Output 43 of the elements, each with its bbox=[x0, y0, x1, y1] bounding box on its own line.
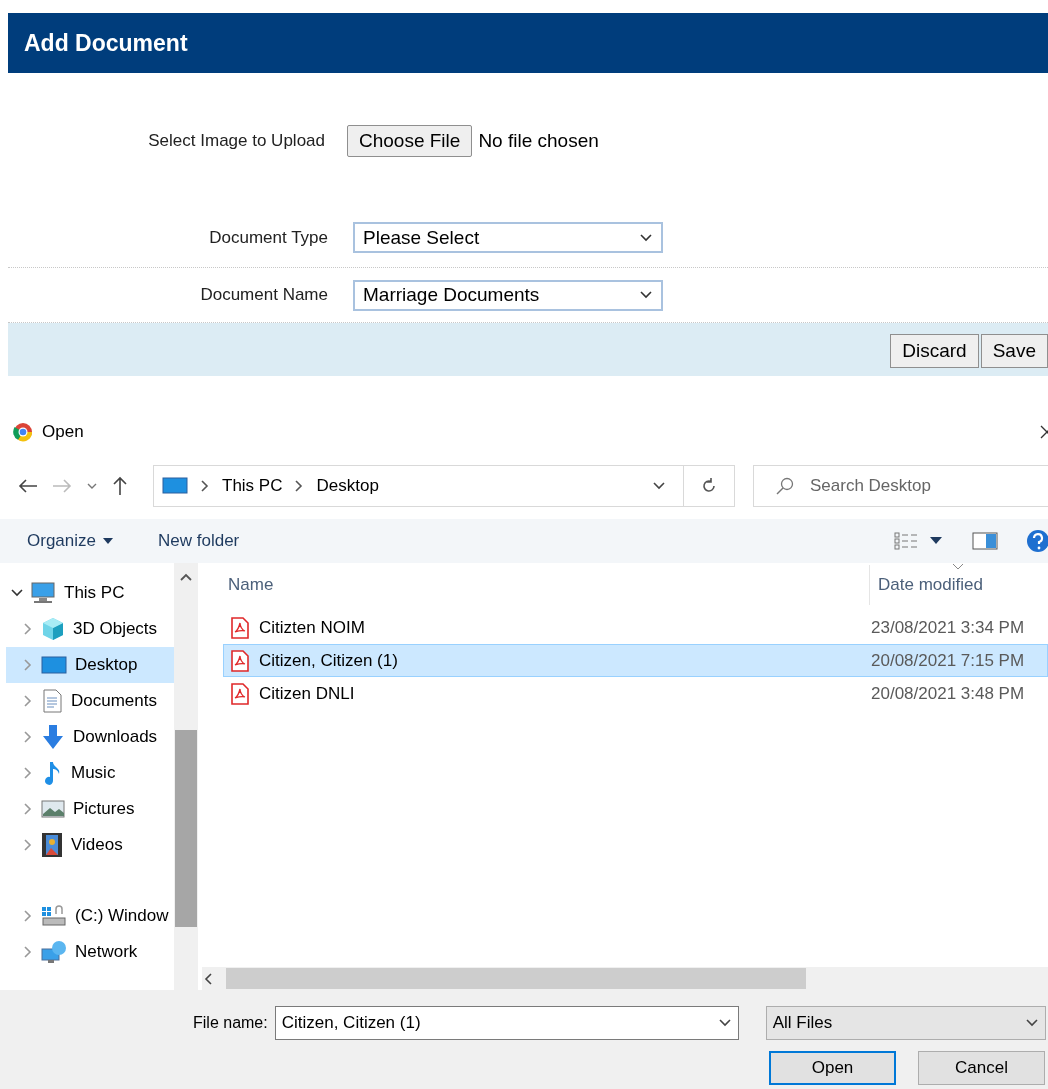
file-date: 20/08/2021 3:48 PM bbox=[870, 683, 1025, 704]
field-label: File name: bbox=[193, 1014, 268, 1032]
cancel-button[interactable]: Cancel bbox=[918, 1051, 1045, 1085]
breadcrumb-item[interactable]: This PC bbox=[222, 476, 283, 496]
file-row[interactable]: Citizen DNLI 20/08/2021 3:48 PM bbox=[223, 677, 1048, 710]
tree-item[interactable]: Documents bbox=[6, 683, 175, 719]
file-name-field[interactable]: Citizen, Citizen (1) bbox=[274, 1006, 739, 1040]
save-button[interactable]: Save bbox=[980, 333, 1048, 368]
discard-button[interactable]: Discard bbox=[890, 333, 979, 368]
tree-item[interactable]: Music bbox=[6, 755, 175, 791]
field-label: Document Name bbox=[199, 285, 328, 305]
tree-item[interactable]: Desktop bbox=[6, 647, 175, 683]
search-field[interactable]: Search Desktop bbox=[753, 465, 1048, 507]
dropdown[interactable]: Marriage Documents bbox=[353, 279, 663, 311]
file-date: 23/08/2021 3:34 PM bbox=[870, 617, 1025, 638]
file-date: 20/08/2021 7:15 PM bbox=[870, 650, 1025, 671]
dialog-title: Open bbox=[42, 422, 84, 442]
tree-item[interactable]: 3D Objects bbox=[6, 611, 175, 647]
file-name: Citizten NOIM bbox=[259, 617, 365, 638]
file-name: Citizen, Citizen (1) bbox=[259, 650, 398, 671]
breadcrumb-item[interactable]: Desktop bbox=[316, 476, 379, 496]
file-name: Citizen DNLI bbox=[259, 683, 355, 704]
field-label: Document Type bbox=[208, 227, 328, 248]
tree-item[interactable]: Videos bbox=[6, 827, 175, 863]
dropdown[interactable]: Please Select bbox=[353, 222, 663, 253]
new-folder-button[interactable]: New folder bbox=[158, 531, 240, 551]
tree-item[interactable]: This PC bbox=[6, 575, 175, 611]
page-title: Add Document bbox=[8, 13, 1048, 73]
address-bar[interactable]: This PC Desktop bbox=[153, 465, 735, 507]
file-type-dropdown[interactable]: All Files bbox=[765, 1006, 1046, 1040]
field-label: Select Image to Upload bbox=[147, 130, 325, 151]
tree-item[interactable]: Pictures bbox=[6, 791, 175, 827]
column-header[interactable]: Name bbox=[223, 575, 869, 595]
open-button[interactable]: Open bbox=[769, 1051, 896, 1085]
file-row[interactable]: Citizten NOIM 23/08/2021 3:34 PM bbox=[223, 611, 1048, 644]
organize-menu[interactable]: Organize bbox=[27, 531, 113, 551]
file-row[interactable]: Citizen, Citizen (1) 20/08/2021 7:15 PM bbox=[223, 644, 1048, 677]
file-status: No file chosen bbox=[478, 129, 599, 152]
column-header[interactable]: Date modified bbox=[869, 565, 983, 605]
tree-item[interactable]: Downloads bbox=[6, 719, 175, 755]
tree-item[interactable]: (C:) Window bbox=[6, 898, 175, 934]
choose-file-button[interactable]: Choose File bbox=[347, 124, 473, 157]
tree-item[interactable]: Network bbox=[6, 934, 175, 970]
